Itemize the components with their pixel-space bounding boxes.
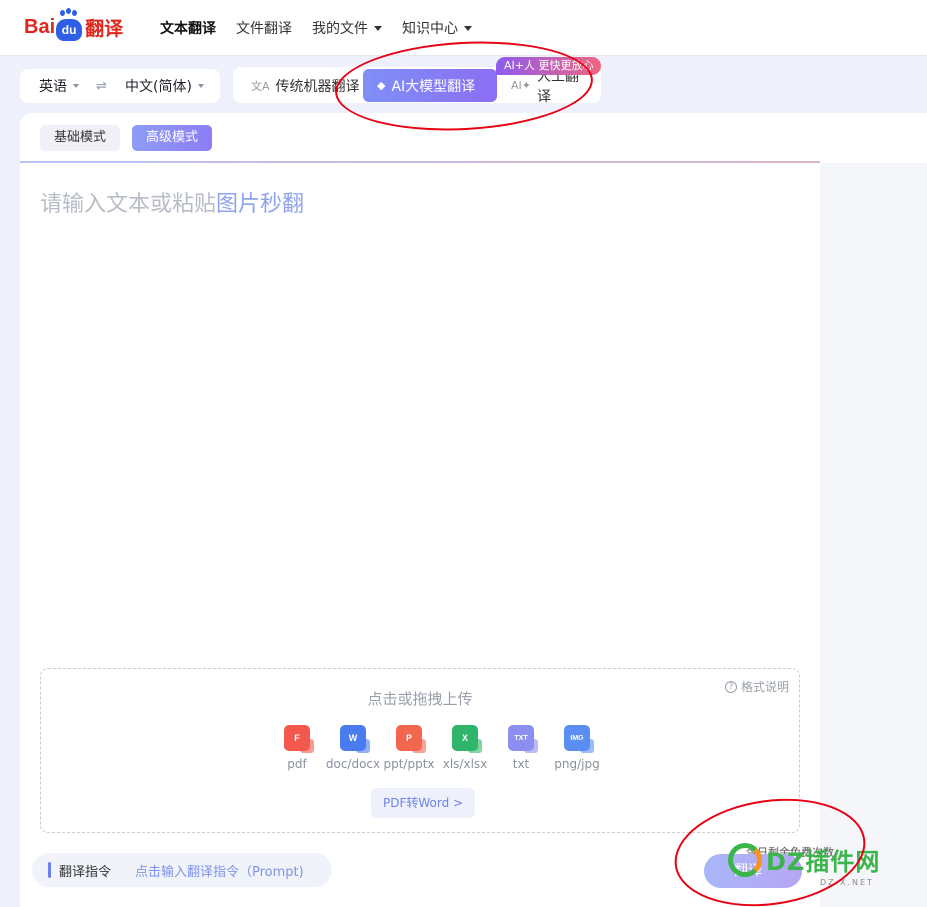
translation-prompt-bar[interactable]: 翻译指令 点击输入翻译指令（Prompt) bbox=[32, 853, 332, 887]
dz-logo-icon bbox=[728, 842, 762, 877]
tab-machine-translation[interactable]: 文A 传统机器翻译 bbox=[237, 69, 374, 102]
watermark-subtext: DZ-X.NET bbox=[820, 878, 874, 887]
file-type-list: F pdf W doc/docx P ppt/pptx X xls/xlsx T… bbox=[269, 725, 605, 771]
upload-title: 点击或拖拽上传 bbox=[367, 690, 473, 708]
basic-mode-button[interactable]: 基础模式 bbox=[40, 125, 121, 151]
cube-icon: ◆ bbox=[377, 79, 386, 92]
txt-file-icon: TXT bbox=[508, 725, 538, 753]
tab-ai-model-translation[interactable]: ◆ AI大模型翻译 bbox=[363, 69, 497, 102]
logo-fanyi: 翻译 bbox=[85, 17, 124, 40]
advanced-mode-button[interactable]: 高级模式 bbox=[132, 125, 213, 151]
chevron-down-icon bbox=[197, 84, 204, 88]
file-type-ppt: P ppt/pptx bbox=[381, 725, 437, 771]
prompt-accent-bar bbox=[48, 862, 51, 878]
nav-my-files[interactable]: 我的文件 bbox=[312, 18, 382, 38]
pdf-file-icon: F bbox=[284, 725, 314, 753]
target-text-panel bbox=[820, 163, 927, 907]
source-placeholder: 请输入文本或粘贴 bbox=[40, 192, 217, 217]
watermark-text: DZ插件网 bbox=[766, 848, 881, 876]
main-nav: 文本翻译 文件翻译 我的文件 知识中心 bbox=[160, 0, 472, 56]
baidu-fanyi-logo[interactable]: Bai du 翻译 bbox=[24, 10, 123, 44]
dz-watermark: DZ插件网 DZ-X.NET bbox=[728, 842, 881, 887]
file-type-doc: W doc/docx bbox=[325, 725, 381, 771]
target-language-select[interactable]: 中文(简体) bbox=[125, 76, 204, 96]
prompt-label: 翻译指令 bbox=[59, 864, 112, 880]
ai-sparkle-icon: AI✦ bbox=[511, 79, 531, 92]
chevron-down-icon bbox=[73, 84, 79, 88]
source-text-input[interactable]: 请输入文本或粘贴图片秒翻 bbox=[40, 186, 800, 220]
submode-switch: 基础模式 高级模式 bbox=[40, 125, 213, 151]
nav-text-translate[interactable]: 文本翻译 bbox=[160, 18, 216, 38]
language-selector: 英语 ⇌ 中文(简体) bbox=[20, 69, 220, 103]
chevron-down-icon bbox=[464, 25, 472, 31]
prompt-input[interactable]: 点击输入翻译指令（Prompt) bbox=[135, 861, 304, 880]
word-file-icon: W bbox=[340, 725, 370, 753]
nav-knowledge-center[interactable]: 知识中心 bbox=[402, 18, 472, 38]
ppt-file-icon: P bbox=[396, 725, 426, 753]
image-file-icon: IMG bbox=[564, 725, 594, 753]
logo-paw-icon: du bbox=[56, 10, 83, 41]
file-type-pdf: F pdf bbox=[269, 725, 325, 771]
excel-file-icon: X bbox=[452, 725, 482, 753]
logo-bai: Bai bbox=[24, 15, 56, 38]
swap-language-icon[interactable]: ⇌ bbox=[96, 79, 107, 94]
source-language-select[interactable]: 英语 bbox=[39, 76, 79, 96]
translate-icon: 文A bbox=[251, 79, 270, 93]
file-type-xls: X xls/xlsx bbox=[437, 725, 493, 771]
top-navbar: Bai du 翻译 文本翻译 文件翻译 我的文件 知识中心 bbox=[0, 0, 927, 56]
pdf-to-word-button[interactable]: PDF转Word > bbox=[371, 788, 476, 818]
file-type-image: IMG png/jpg bbox=[549, 725, 605, 771]
human-translation-badge: AI+人 更快更放心 bbox=[496, 57, 602, 75]
panel-divider bbox=[20, 161, 820, 163]
chevron-down-icon bbox=[374, 25, 382, 31]
nav-file-translate[interactable]: 文件翻译 bbox=[236, 18, 292, 38]
file-type-txt: TXT txt bbox=[493, 725, 549, 771]
file-upload-area[interactable]: ? 格式说明 点击或拖拽上传 F pdf W doc/docx P ppt/ppt… bbox=[40, 668, 800, 833]
image-translate-link[interactable]: 图片秒翻 bbox=[216, 192, 304, 217]
